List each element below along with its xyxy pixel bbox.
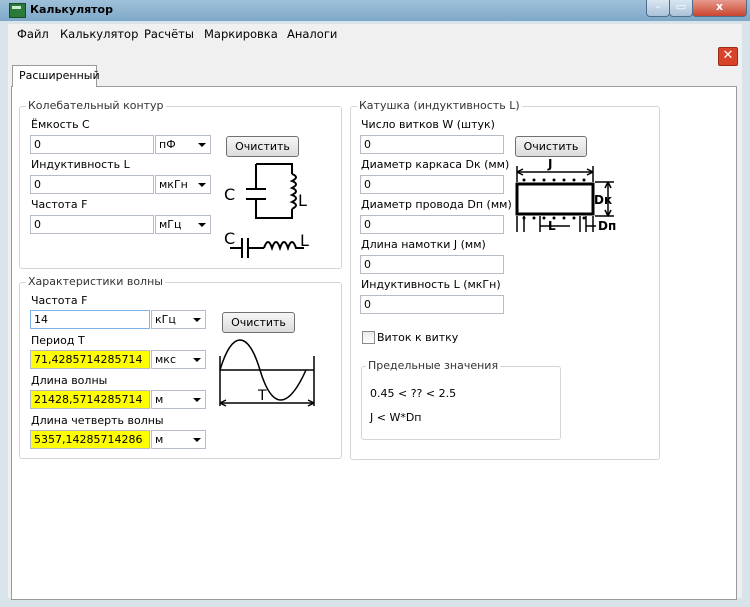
turns-input[interactable]: 0 <box>360 135 504 154</box>
chevron-down-icon <box>193 438 201 442</box>
wavelength-output[interactable]: 21428,5714285714 <box>30 390 150 409</box>
wavelength-label: Длина волны <box>31 374 108 387</box>
period-unit-select[interactable]: мкс <box>151 350 206 369</box>
frequency-label: Частота F <box>31 198 88 211</box>
inductance-unit-value: мкГн <box>159 178 188 191</box>
wave-frequency-unit-value: кГц <box>155 313 176 326</box>
series-l-label: L <box>300 231 309 250</box>
chevron-down-icon <box>193 358 201 362</box>
tab-extended-label: Расширенный <box>19 69 100 82</box>
period-unit-value: мкс <box>155 353 176 366</box>
coil-j-label: J <box>547 158 552 171</box>
menu-file[interactable]: Файл <box>17 27 49 41</box>
chevron-down-icon <box>198 223 206 227</box>
coil-clear-button[interactable]: Очистить <box>515 136 587 157</box>
wavelength-unit-select[interactable]: м <box>151 390 206 409</box>
window-title: Калькулятор <box>30 3 113 16</box>
coil-inductance-label: Индуктивность L (мкГн) <box>361 278 501 291</box>
quarter-wavelength-unit-select[interactable]: м <box>151 430 206 449</box>
circuit-clear-button[interactable]: Очистить <box>226 136 299 157</box>
limits-line-1: 0.45 < ?? < 2.5 <box>370 387 457 400</box>
wave-frequency-unit-select[interactable]: кГц <box>151 310 206 329</box>
frequency-input[interactable]: 0 <box>30 215 154 234</box>
wave-frequency-input[interactable]: 14 <box>30 310 150 329</box>
winding-length-label: Длина намотки J (мм) <box>361 238 486 251</box>
period-label: Период T <box>31 334 85 347</box>
winding-length-input[interactable]: 0 <box>360 255 504 274</box>
lc-c-label: C <box>224 185 235 204</box>
frequency-unit-select[interactable]: мГц <box>155 215 211 234</box>
limits-group-title: Предельные значения <box>366 359 501 372</box>
chevron-down-icon <box>193 398 201 402</box>
coil-l-label: L <box>548 219 556 233</box>
wire-diameter-input[interactable]: 0 <box>360 215 504 234</box>
coil-dimensions-diagram: J Dк L Dп <box>515 158 616 233</box>
frame-diameter-label: Диаметр каркаса Dк (мм) <box>361 158 510 171</box>
turn-to-turn-checkbox[interactable] <box>362 331 375 344</box>
inductance-label: Индуктивность L <box>31 158 130 171</box>
frame-diameter-input[interactable]: 0 <box>360 175 504 194</box>
wave-frequency-label: Частота F <box>31 294 88 307</box>
turn-to-turn-label: Виток к витку <box>377 331 459 344</box>
close-window-button[interactable]: x <box>692 0 747 17</box>
frequency-unit-value: мГц <box>159 218 182 231</box>
coil-group-title: Катушка (индуктивность L) <box>357 99 522 112</box>
coil-dp-label: Dп <box>598 219 616 233</box>
turns-label: Число витков W (штук) <box>361 118 495 131</box>
inductance-unit-select[interactable]: мкГн <box>155 175 211 194</box>
coil-dk-label: Dк <box>594 193 612 207</box>
capacitance-unit-select[interactable]: пФ <box>155 135 211 154</box>
close-tab-icon[interactable]: ✕ <box>718 47 738 66</box>
series-c-label: C <box>224 229 235 248</box>
limits-group <box>361 366 561 440</box>
chevron-down-icon <box>198 183 206 187</box>
wire-diameter-label: Диаметр провода Dп (мм) <box>361 198 512 211</box>
chevron-down-icon <box>193 318 201 322</box>
limits-line-2: J < W*Dп <box>370 411 422 424</box>
menu-calculator[interactable]: Калькулятор <box>60 27 138 41</box>
wave-clear-button[interactable]: Очистить <box>222 312 295 333</box>
capacitance-input[interactable]: 0 <box>30 135 154 154</box>
minimize-button[interactable]: – <box>646 0 670 17</box>
chevron-down-icon <box>198 143 206 147</box>
capacitance-unit-value: пФ <box>159 138 176 151</box>
menu-analogs[interactable]: Аналоги <box>287 27 337 41</box>
circuit-group-title: Колебательный контур <box>26 99 166 112</box>
calculator-icon <box>9 3 26 18</box>
sine-t-label: T <box>257 388 267 404</box>
lc-circuit-diagram: C L C L <box>224 163 309 258</box>
inductance-input[interactable]: 0 <box>30 175 154 194</box>
quarter-wavelength-unit-value: м <box>155 433 164 446</box>
wavelength-unit-value: м <box>155 393 164 406</box>
capacitance-label: Ёмкость C <box>31 118 90 131</box>
maximize-button[interactable]: ▭ <box>669 0 693 17</box>
menu-marking[interactable]: Маркировка <box>204 27 278 41</box>
menu-calculations[interactable]: Расчёты <box>144 27 194 41</box>
lc-l-label: L <box>298 191 307 210</box>
quarter-wavelength-output[interactable]: 5357,14285714286 <box>30 430 150 449</box>
wave-group-title: Характеристики волны <box>26 275 165 288</box>
period-output[interactable]: 71,4285714285714 <box>30 350 150 369</box>
sine-wave-diagram: T <box>219 339 315 407</box>
coil-inductance-input[interactable]: 0 <box>360 295 504 314</box>
quarter-wavelength-label: Длина четверть волны <box>31 414 164 427</box>
